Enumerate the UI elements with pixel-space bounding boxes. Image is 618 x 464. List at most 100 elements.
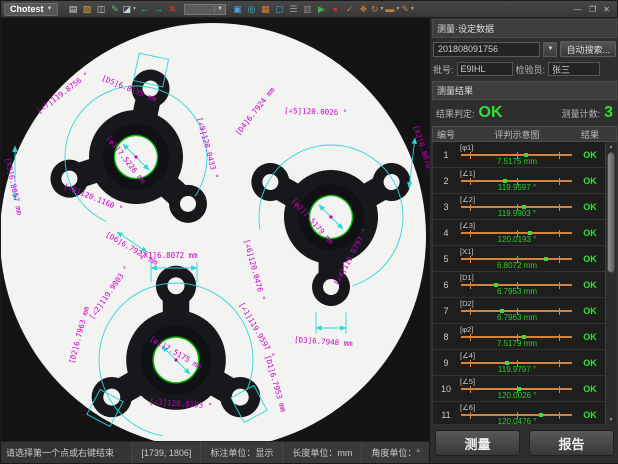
- tolerance-bar: [461, 232, 572, 234]
- scroll-up-icon[interactable]: ▲: [606, 142, 616, 151]
- forward-icon[interactable]: →: [152, 3, 165, 16]
- app-title: Chotest: [10, 4, 44, 14]
- count-label: 测量计数:: [562, 107, 601, 120]
- chevron-down-icon: ▼: [214, 6, 225, 12]
- window-controls: — ❐ ✕: [570, 5, 614, 14]
- tolerance-bar: [461, 154, 572, 156]
- save-icon[interactable]: ◫: [94, 3, 107, 16]
- scroll-thumb[interactable]: [607, 152, 615, 273]
- sequence-icon[interactable]: ☰: [287, 3, 300, 16]
- measured-marker: [544, 257, 548, 261]
- table-row[interactable]: 10[∠5]120.0026 °OK: [433, 376, 605, 402]
- measure-button[interactable]: 测量: [435, 430, 520, 456]
- new-file-icon[interactable]: ▤: [66, 3, 79, 16]
- measured-marker: [524, 153, 528, 157]
- grid-icon[interactable]: ▦: [259, 3, 272, 16]
- row-label: [∠4]: [460, 351, 475, 360]
- search-icon[interactable]: ◎: [245, 3, 258, 16]
- row-result: OK: [575, 246, 605, 271]
- column-header-diagram: 评判示意图: [459, 128, 575, 141]
- film-icon[interactable]: ▥: [301, 3, 314, 16]
- judgment-diagram: [∠2]119.9903 °: [459, 194, 575, 219]
- judgment-diagram: [X1]6.8072 mm: [459, 246, 575, 271]
- maximize-button[interactable]: ❐: [589, 5, 596, 14]
- length-unit[interactable]: 长度单位：mm: [282, 442, 361, 463]
- inspector-label: 检验员:: [516, 63, 546, 76]
- table-row[interactable]: 2[∠1]119.9597 °OK: [433, 168, 605, 194]
- rotate-icon[interactable]: ↻▼: [371, 3, 385, 16]
- row-result: OK: [575, 168, 605, 193]
- tolerance-bar: [461, 206, 572, 208]
- row-result: OK: [575, 142, 605, 167]
- row-value: 7.5175 mm: [459, 157, 575, 166]
- tolerance-bar: [461, 362, 572, 364]
- chevron-down-icon: ▼: [132, 7, 137, 12]
- column-header-result: 结果: [575, 128, 605, 141]
- view-combobox[interactable]: ▼: [184, 4, 226, 15]
- table-scrollbar[interactable]: ▲ ▼: [605, 142, 616, 424]
- table-row[interactable]: 4[∠3]120.0193 °OK: [433, 220, 605, 246]
- chevron-down-icon: ▼: [548, 46, 554, 52]
- layers-icon[interactable]: ▬▼: [385, 3, 400, 16]
- column-header-no: 编号: [433, 128, 459, 141]
- row-number: 3: [433, 194, 459, 219]
- row-label: [D1]: [460, 273, 474, 282]
- data-section-header: 测量·设定数据: [432, 19, 617, 38]
- row-number: 2: [433, 168, 459, 193]
- tolerance-bar: [461, 336, 572, 338]
- compare-icon[interactable]: ❖: [357, 3, 370, 16]
- verdict-value: OK: [479, 105, 503, 121]
- delete-icon[interactable]: ✖: [166, 3, 179, 16]
- row-label: [∠6]: [460, 403, 475, 412]
- inspector-field[interactable]: 张三: [548, 62, 600, 76]
- minimize-button[interactable]: —: [574, 5, 582, 14]
- table-row[interactable]: 8[φ2]7.5179 mmOK: [433, 324, 605, 350]
- open-folder-icon[interactable]: ▨: [80, 3, 93, 16]
- play-icon[interactable]: ▶: [315, 3, 328, 16]
- close-button[interactable]: ✕: [603, 5, 610, 14]
- row-number: 7: [433, 298, 459, 323]
- dataset-combobox[interactable]: 201808091756: [433, 42, 540, 57]
- table-row[interactable]: 1[φ1]7.5175 mmOK: [433, 142, 605, 168]
- cursor-coordinates: [1739, 1806]: [131, 442, 200, 463]
- table-row[interactable]: 6[D1]6.7953 mmOK: [433, 272, 605, 298]
- row-value: 7.5179 mm: [459, 339, 575, 348]
- table-row[interactable]: 5[X1]6.8072 mmOK: [433, 246, 605, 272]
- annotate-icon[interactable]: ✎▼: [401, 3, 415, 16]
- dimension-label[interactable]: [X1]6.8072 mm: [139, 251, 198, 260]
- row-number: 10: [433, 376, 459, 401]
- table-row[interactable]: 7[D2]6.7963 mmOK: [433, 298, 605, 324]
- save-as-icon[interactable]: ◪▼: [122, 3, 136, 16]
- scroll-down-icon[interactable]: ▼: [606, 415, 616, 424]
- measurement-canvas[interactable]: [D5]6.8135 mm [∠7]119.8756 ° [∠9]120.043…: [1, 18, 429, 441]
- batch-field[interactable]: E9IHL: [457, 62, 513, 76]
- record-icon[interactable]: ●: [329, 3, 342, 16]
- judgment-diagram: [∠6]120.0476 °: [459, 402, 575, 425]
- row-value: 6.7963 mm: [459, 313, 575, 322]
- judgment-diagram: [∠1]119.9597 °: [459, 168, 575, 193]
- image-icon[interactable]: ▣: [231, 3, 244, 16]
- auto-search-button[interactable]: 自动搜索...: [560, 41, 616, 57]
- table-row[interactable]: 11[∠6]120.0476 °OK: [433, 402, 605, 425]
- judgment-diagram: [∠5]120.0026 °: [459, 376, 575, 401]
- table-row[interactable]: 3[∠2]119.9903 °OK: [433, 194, 605, 220]
- approve-icon[interactable]: ✓: [343, 3, 356, 16]
- angle-unit[interactable]: 角度单位：°: [361, 442, 429, 463]
- measured-marker: [503, 179, 507, 183]
- app-menu-button[interactable]: Chotest ▼: [4, 3, 58, 16]
- judgment-diagram: [∠3]120.0193 °: [459, 220, 575, 245]
- row-number: 11: [433, 402, 459, 425]
- dataset-dropdown-button[interactable]: ▼: [543, 42, 557, 57]
- chevron-down-icon: ▼: [47, 6, 53, 12]
- row-value: 120.0193 °: [459, 235, 575, 244]
- edit-image-icon[interactable]: ✎: [108, 3, 121, 16]
- annotation-unit[interactable]: 标注单位：显示: [200, 442, 282, 463]
- table-row[interactable]: 9[∠4]119.9797 °OK: [433, 350, 605, 376]
- back-icon[interactable]: ←: [138, 3, 151, 16]
- monitor-icon[interactable]: ▢: [273, 3, 286, 16]
- result-section-header: 测量结果: [432, 81, 617, 100]
- measured-marker: [539, 413, 543, 417]
- chevron-down-icon: ▼: [410, 7, 415, 12]
- report-button[interactable]: 报告: [529, 430, 614, 456]
- result-rows-viewport: 1[φ1]7.5175 mmOK2[∠1]119.9597 °OK3[∠2]11…: [432, 142, 617, 425]
